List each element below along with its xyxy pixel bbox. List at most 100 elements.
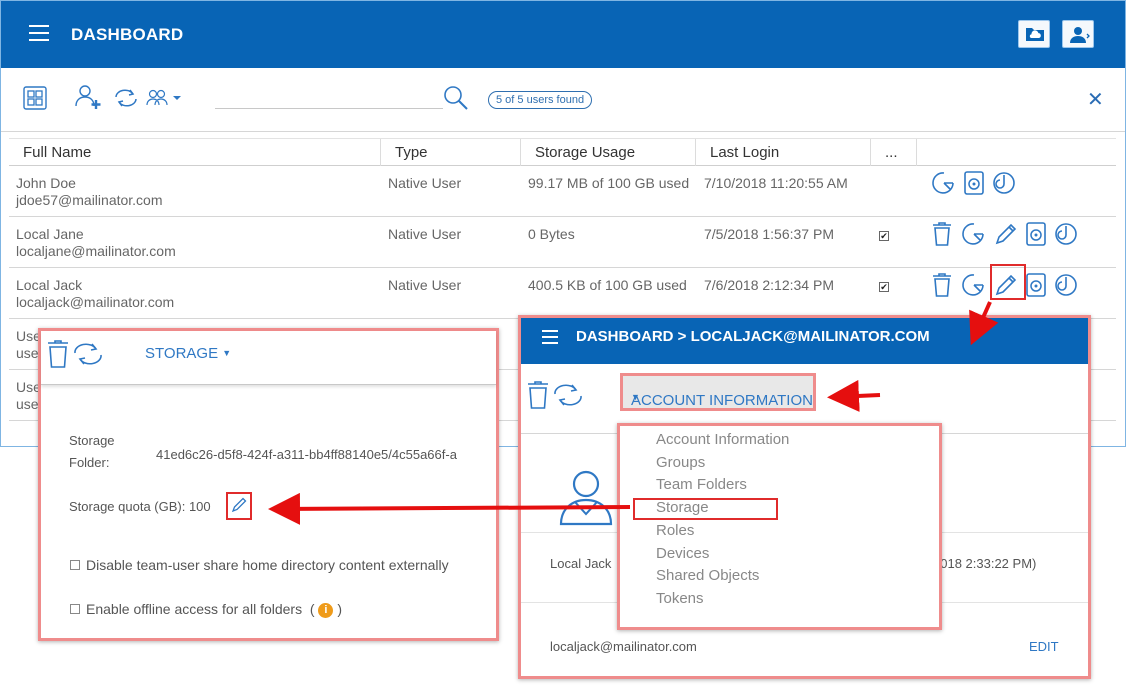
storage-settings-panel: STORAGE ▼ Storage Folder: 41ed6c26-d5f8-4… (38, 328, 499, 641)
offline-access-checkbox[interactable] (70, 604, 80, 614)
table-row[interactable]: John Doe jdoe57@mailinator.com Native Use… (9, 166, 1116, 217)
sync-status-icon[interactable] (1053, 272, 1079, 298)
user-name: John Doe (16, 175, 76, 191)
storage-panel-toolbar: STORAGE ▼ (41, 331, 496, 385)
storage-usage: 400.5 KB of 100 GB used (528, 277, 687, 293)
info-paren-open: ( (309, 601, 315, 617)
add-user-icon[interactable] (74, 84, 104, 110)
dropdown-item-team-folders[interactable]: Team Folders (656, 476, 747, 493)
user-email: localjack@mailinator.com (16, 294, 175, 310)
close-icon[interactable]: ✕ (1087, 90, 1104, 110)
user-type: Native User (388, 277, 462, 293)
disable-share-checkbox[interactable] (70, 560, 80, 570)
account-section-dropdown: Account Information Groups Team Folders … (617, 423, 942, 630)
dropdown-item-account-information[interactable]: Account Information (656, 431, 789, 448)
storage-disk-icon[interactable] (1025, 272, 1047, 298)
top-bar: DASHBOARD (1, 1, 1125, 68)
last-login: 7/10/2018 11:20:55 AM (704, 175, 848, 191)
search-underline (215, 108, 443, 109)
row-checkbox[interactable]: ✔ (879, 282, 889, 292)
cloud-folder-icon (1026, 28, 1044, 41)
storage-folder-label: Storage Folder: (69, 433, 115, 470)
reset-quota-icon[interactable] (931, 170, 957, 196)
disable-share-label: Disable team-user share home directory c… (86, 557, 449, 573)
storage-folder-label-line2: Folder: (69, 455, 110, 470)
user-email: localjane@mailinator.com (16, 243, 176, 259)
user-name-cell: John Doe jdoe57@mailinator.com (16, 175, 163, 209)
pencil-icon[interactable] (993, 221, 1019, 247)
search-icon[interactable] (443, 85, 469, 111)
account-information-menu[interactable]: ACCOUNT INFORMATION ▼ (620, 373, 816, 411)
menu-icon[interactable] (29, 25, 49, 41)
reset-quota-icon[interactable] (961, 272, 987, 298)
users-toolbar: 5 of 5 users found ✕ (1, 68, 1125, 132)
user-name: Local Jane (16, 226, 84, 242)
cloud-folder-button[interactable] (1018, 20, 1050, 48)
table-header: Full Name Type Storage Usage Last Login … (9, 138, 1116, 166)
user-name: Local Jack (16, 277, 83, 293)
offline-access-row: Enable offline access for all folders ( … (86, 601, 342, 618)
info-icon[interactable]: i (318, 602, 334, 618)
trash-icon[interactable] (931, 272, 953, 298)
user-detail-topbar: DASHBOARD > LOCALJACK@MAILINATOR.COM (521, 318, 1088, 364)
storage-usage: 0 Bytes (528, 226, 575, 242)
user-name-cell: Local Jane localjane@mailinator.com (16, 226, 176, 260)
row-checkbox[interactable]: ✔ (879, 231, 889, 241)
storage-menu-label: STORAGE (145, 345, 219, 362)
page-title: DASHBOARD (71, 25, 184, 44)
user-icon (1070, 27, 1090, 43)
pencil-icon[interactable] (230, 496, 248, 514)
chevron-down-icon: ▼ (631, 392, 640, 402)
user-display-name: Local Jack (550, 556, 612, 571)
dropdown-item-shared-objects[interactable]: Shared Objects (656, 567, 759, 584)
menu-icon[interactable] (542, 330, 558, 344)
dropdown-item-roles[interactable]: Roles (656, 522, 694, 539)
last-login: 7/5/2018 1:56:37 PM (704, 226, 834, 242)
last-login: 7/6/2018 2:12:34 PM (704, 277, 834, 293)
table-row[interactable]: Local Jane localjane@mailinator.com Nativ… (9, 217, 1116, 268)
search-input[interactable] (215, 86, 443, 108)
chevron-down-icon: ▼ (222, 348, 232, 358)
storage-quota-label: Storage quota (GB): 100 (69, 499, 211, 514)
storage-folder-value: 41ed6c26-d5f8-424f-a311-bb4ff88140e5/4c5… (156, 447, 457, 462)
table-row[interactable]: Local Jack localjack@mailinator.com Nativ… (9, 264, 1116, 319)
users-found-badge: 5 of 5 users found (488, 91, 593, 109)
user-breadcrumb: DASHBOARD > LOCALJACK@MAILINATOR.COM (576, 328, 930, 345)
offline-access-label: Enable offline access for all folders (86, 601, 303, 617)
sync-status-icon[interactable] (1053, 221, 1079, 247)
column-more[interactable]: ... (870, 139, 916, 166)
storage-usage: 99.17 MB of 100 GB used (528, 175, 690, 191)
user-type: Native User (388, 226, 462, 242)
edit-highlight-box (990, 264, 1026, 300)
user-type: Native User (388, 175, 462, 191)
storage-folder-label-line1: Storage (69, 433, 115, 448)
storage-disk-icon[interactable] (1025, 221, 1047, 247)
column-actions (916, 139, 1116, 166)
reset-quota-icon[interactable] (961, 221, 987, 247)
user-avatar-icon (559, 470, 613, 526)
sync-icon[interactable] (112, 87, 140, 109)
column-last-login[interactable]: Last Login (695, 139, 870, 166)
sync-status-icon[interactable] (991, 170, 1017, 196)
account-menu-label: ACCOUNT INFORMATION (631, 392, 813, 409)
column-storage-usage[interactable]: Storage Usage (520, 139, 695, 166)
storage-menu-button[interactable]: STORAGE ▼ (145, 345, 231, 362)
dropdown-item-tokens[interactable]: Tokens (656, 590, 704, 607)
group-users-dropdown-icon[interactable] (145, 88, 183, 108)
trash-icon[interactable] (46, 339, 70, 369)
storage-disk-icon[interactable] (963, 170, 985, 196)
grid-view-icon[interactable] (23, 86, 47, 110)
dropdown-item-devices[interactable]: Devices (656, 545, 709, 562)
sync-icon[interactable] (71, 341, 105, 367)
trash-icon[interactable] (526, 380, 550, 410)
last-seen-text: 2018 2:33:22 PM) (933, 556, 1037, 571)
info-paren-close: ) (337, 601, 342, 617)
dropdown-item-groups[interactable]: Groups (656, 454, 705, 471)
column-type[interactable]: Type (380, 139, 520, 166)
edit-email-button[interactable]: EDIT (1029, 639, 1059, 654)
user-account-button[interactable] (1062, 20, 1094, 48)
trash-icon[interactable] (931, 221, 953, 247)
column-full-name[interactable]: Full Name (9, 139, 380, 166)
sync-icon[interactable] (551, 382, 585, 408)
storage-highlight-box (633, 498, 778, 520)
